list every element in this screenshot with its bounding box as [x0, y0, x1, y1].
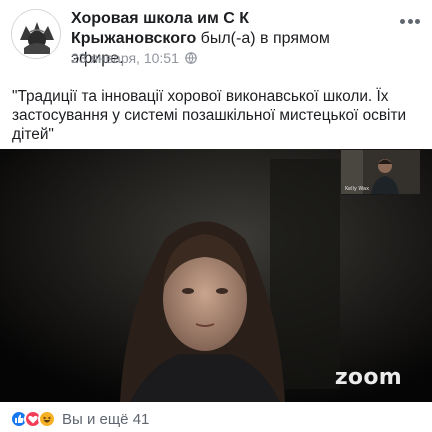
post-timestamp[interactable]: 23 января, 10:51: [71, 50, 179, 66]
more-options-button[interactable]: [400, 14, 420, 28]
participant-thumbnail[interactable]: Kelly Wax: [341, 150, 420, 195]
haha-icon: [38, 410, 56, 428]
more-dots-icon: [400, 18, 405, 24]
post-message: "Традиції та інновації хорової виконавсь…: [12, 88, 407, 143]
page-avatar[interactable]: [11, 9, 61, 59]
post-meta: 23 января, 10:51: [71, 50, 197, 66]
live-video-player[interactable]: Kelly Wax zoom: [0, 149, 432, 402]
globe-icon: [185, 52, 197, 64]
reaction-icons: [10, 410, 56, 428]
participant-name: Kelly Wax: [345, 186, 370, 192]
choir-logo-icon: [12, 10, 60, 58]
reaction-summary[interactable]: Вы и ещё 41: [62, 411, 149, 428]
more-dot: [407, 18, 413, 24]
zoom-watermark: zoom: [334, 365, 402, 390]
reaction-bar[interactable]: Вы и ещё 41: [10, 410, 149, 428]
post-header: Хоровая школа им С К Крыжановского был(-…: [0, 0, 432, 74]
more-dot: [415, 18, 420, 24]
